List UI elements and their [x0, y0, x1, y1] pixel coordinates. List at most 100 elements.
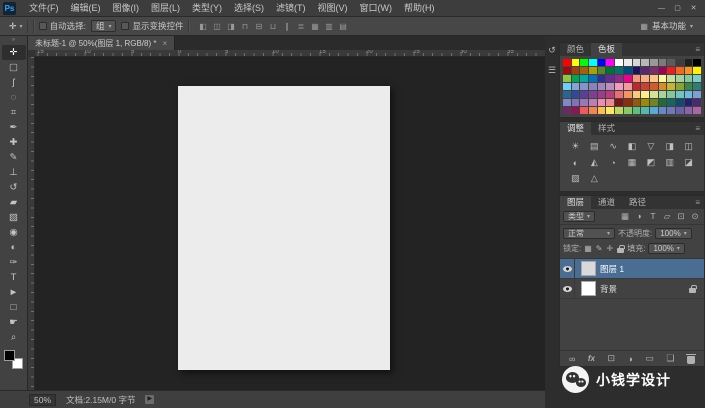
color-swatch[interactable]	[658, 91, 667, 98]
menu-item[interactable]: 类型(Y)	[186, 0, 228, 17]
align-right-icon[interactable]: ◨	[225, 22, 236, 31]
auto-align-icon[interactable]: ▥	[323, 22, 334, 31]
layer-visibility-toggle[interactable]	[560, 279, 575, 298]
color-swatch[interactable]	[693, 83, 701, 90]
menu-item[interactable]: 帮助(H)	[398, 0, 441, 17]
color-swatch[interactable]	[580, 107, 589, 114]
color-swatch[interactable]	[641, 75, 649, 82]
color-swatch[interactable]	[632, 75, 641, 82]
crop-tool[interactable]: ⌗	[2, 105, 26, 120]
distribute-h-icon[interactable]: ∥	[281, 22, 292, 31]
layer-thumbnail[interactable]	[581, 281, 596, 296]
filter-type-icon[interactable]: T	[647, 211, 659, 222]
color-swatch[interactable]	[667, 75, 675, 82]
menu-item[interactable]: 文件(F)	[23, 0, 65, 17]
color-swatch[interactable]	[641, 99, 649, 106]
color-swatch[interactable]	[675, 83, 684, 90]
color-swatch[interactable]	[675, 107, 684, 114]
layer-style-icon[interactable]: fx	[588, 354, 595, 363]
color-swatch[interactable]	[580, 99, 589, 106]
document-canvas[interactable]	[178, 86, 390, 370]
color-swatch[interactable]	[675, 91, 684, 98]
color-swatch[interactable]	[597, 67, 606, 74]
menu-item[interactable]: 窗口(W)	[354, 0, 399, 17]
align-h-center-icon[interactable]: ◫	[211, 22, 222, 31]
layer-row[interactable]: 背景	[560, 279, 704, 299]
new-group-icon[interactable]: ▭	[645, 353, 654, 364]
color-swatch[interactable]	[597, 99, 606, 106]
color-swatch[interactable]	[693, 59, 701, 66]
color-swatch[interactable]	[649, 91, 658, 98]
color-swatch[interactable]	[571, 59, 580, 66]
panel-tab[interactable]: 颜色	[560, 43, 591, 56]
color-swatch[interactable]	[667, 67, 675, 74]
color-swatch[interactable]	[632, 91, 641, 98]
close-icon[interactable]: ×	[162, 39, 167, 48]
lock-transparency-icon[interactable]: ▦	[584, 244, 592, 253]
gradient-map-icon[interactable]: ▨	[567, 172, 584, 185]
layer-thumbnail[interactable]	[581, 261, 596, 276]
healing-brush-tool[interactable]: ✚	[2, 135, 26, 150]
panel-menu-icon[interactable]: ≡	[695, 196, 704, 209]
color-swatch[interactable]	[571, 107, 580, 114]
eyedropper-tool[interactable]: ✒	[2, 120, 26, 135]
color-swatch[interactable]	[623, 59, 632, 66]
auto-select-checkbox[interactable]: 自动选择:	[38, 20, 86, 32]
zoom-level-field[interactable]: 50%	[29, 393, 57, 406]
panel-tab[interactable]: 调整	[560, 122, 592, 135]
canvas-area[interactable]: 15 10 5 0 5 10 15 20 25 30 35	[28, 50, 545, 390]
color-swatch[interactable]	[589, 75, 597, 82]
clone-stamp-tool[interactable]: ⊥	[2, 165, 26, 180]
color-swatch[interactable]	[563, 83, 571, 90]
distribute-v-icon[interactable]: ≣	[295, 22, 306, 31]
color-swatch[interactable]	[641, 59, 649, 66]
color-swatch[interactable]	[632, 83, 641, 90]
layer-visibility-toggle[interactable]	[560, 259, 575, 278]
move-tool[interactable]: ✛	[1, 45, 26, 60]
color-swatch[interactable]	[571, 67, 580, 74]
delete-layer-icon[interactable]	[685, 353, 696, 364]
color-swatch[interactable]	[580, 83, 589, 90]
color-swatch[interactable]	[667, 99, 675, 106]
filter-shape-icon[interactable]: ▱	[661, 211, 673, 222]
properties-panel-icon[interactable]: ☰	[548, 65, 556, 76]
color-swatch[interactable]	[615, 83, 623, 90]
panel-tab[interactable]: 路径	[622, 196, 653, 209]
restore-icon[interactable]: ▢	[671, 2, 684, 15]
auto-blend-icon[interactable]: ▤	[337, 22, 348, 31]
color-lookup-icon[interactable]: ▦	[624, 156, 641, 169]
invert-icon[interactable]: ◩	[642, 156, 659, 169]
menu-item[interactable]: 图像(I)	[107, 0, 146, 17]
color-swatch[interactable]	[641, 107, 649, 114]
color-swatch[interactable]	[623, 91, 632, 98]
blend-mode-dropdown[interactable]: 正常 ▾	[563, 228, 615, 239]
color-swatch[interactable]	[563, 75, 571, 82]
gradient-tool[interactable]: ▧	[2, 210, 26, 225]
color-swatch[interactable]	[606, 107, 615, 114]
shape-tool[interactable]: □	[2, 300, 26, 315]
color-swatch[interactable]	[623, 75, 632, 82]
auto-select-target-dropdown[interactable]: 组 ▾	[90, 20, 117, 32]
color-swatch[interactable]	[606, 99, 615, 106]
path-selection-tool[interactable]: ►	[2, 285, 26, 300]
color-swatch[interactable]	[597, 83, 606, 90]
menu-item[interactable]: 编辑(E)	[65, 0, 107, 17]
color-swatch[interactable]	[563, 107, 571, 114]
color-swatch[interactable]	[658, 59, 667, 66]
curves-icon[interactable]: ∿	[605, 140, 622, 153]
panel-menu-icon[interactable]: ≡	[695, 122, 704, 135]
horizontal-ruler[interactable]: 15 10 5 0 5 10 15 20 25 30 35	[28, 50, 545, 57]
posterize-icon[interactable]: ▥	[661, 156, 678, 169]
color-swatch[interactable]	[615, 75, 623, 82]
color-swatch[interactable]	[632, 67, 641, 74]
filter-type-dropdown[interactable]: 类型 ▾	[563, 211, 596, 222]
document-tab[interactable]: 未标题-1 @ 50%(图层 1, RGB/8) * ×	[28, 36, 176, 50]
color-swatch[interactable]	[649, 83, 658, 90]
photoshop-logo-icon[interactable]: Ps	[3, 1, 16, 15]
lock-all-icon[interactable]	[617, 244, 625, 253]
color-swatch[interactable]	[641, 67, 649, 74]
color-swatch[interactable]	[641, 83, 649, 90]
distribute-widths-icon[interactable]: ▦	[309, 22, 320, 31]
align-bottom-icon[interactable]: ⊔	[267, 22, 278, 31]
link-layers-icon[interactable]: ∞	[569, 354, 575, 364]
